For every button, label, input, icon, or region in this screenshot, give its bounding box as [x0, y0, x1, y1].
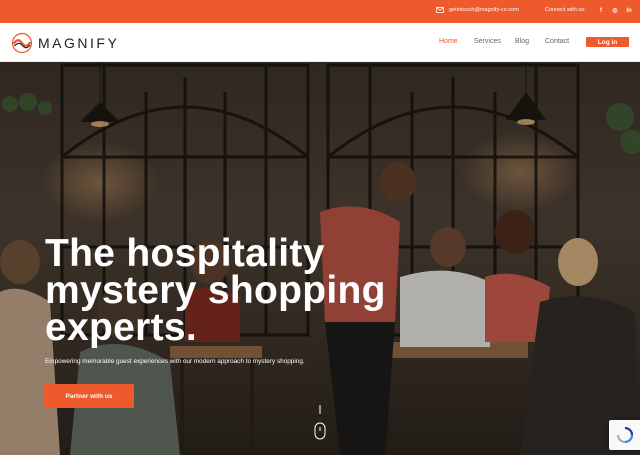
recaptcha-badge[interactable]: [609, 420, 640, 450]
top-bar: getintouch@magnify-co.com Connect with u…: [0, 0, 640, 23]
logo[interactable]: MAGNIFY: [11, 32, 119, 54]
email-link[interactable]: getintouch@magnify-co.com: [436, 7, 519, 13]
main-navbar: MAGNIFY Home Services Blog Contact Log i…: [0, 23, 640, 62]
login-button[interactable]: Log in: [586, 37, 629, 47]
hero-subtitle: Empowering memorable guest experiences w…: [45, 358, 305, 365]
partner-with-us-button[interactable]: Partner with us: [44, 384, 134, 408]
hero-title: The hospitality mystery shopping experts…: [45, 232, 386, 349]
logo-text: MAGNIFY: [38, 35, 120, 51]
logo-icon: [11, 32, 33, 54]
linkedin-icon[interactable]: in: [625, 6, 633, 15]
mail-icon: [436, 7, 444, 13]
instagram-icon[interactable]: ◎: [611, 6, 619, 15]
connect-label: Connect with us:: [545, 7, 586, 13]
facebook-icon[interactable]: f: [597, 6, 605, 15]
email-text: getintouch@magnify-co.com: [449, 7, 519, 13]
nav-contact[interactable]: Contact: [545, 38, 569, 45]
recaptcha-icon: [616, 426, 633, 444]
hero-section: The hospitality mystery shopping experts…: [0, 62, 640, 455]
nav-blog[interactable]: Blog: [515, 38, 529, 45]
nav-services[interactable]: Services: [474, 38, 501, 45]
social-links: f ◎ in: [597, 6, 633, 15]
nav-home[interactable]: Home: [439, 38, 458, 45]
